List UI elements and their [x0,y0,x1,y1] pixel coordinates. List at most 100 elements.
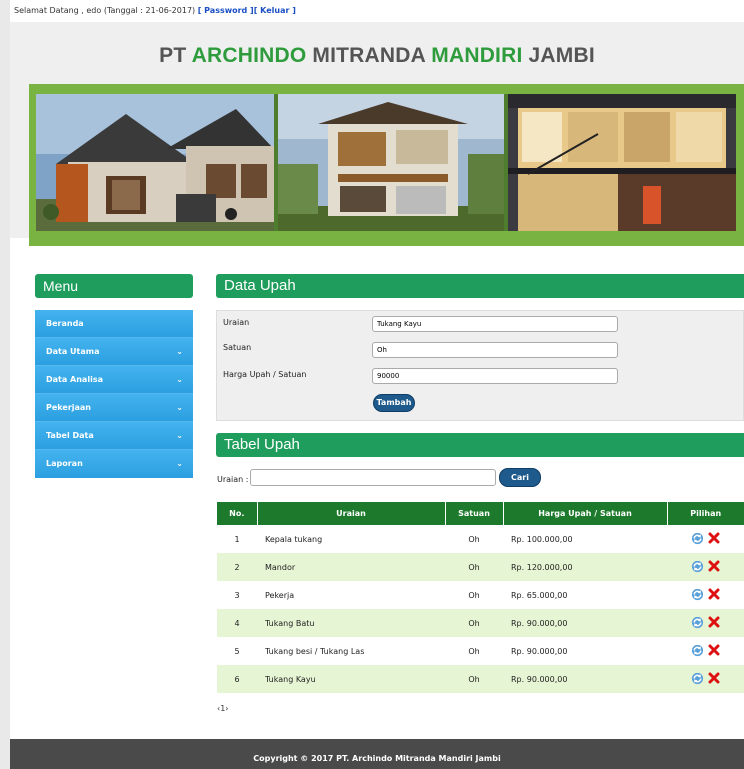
table-section-title: Tabel Upah [216,433,744,457]
table-row: 3 Pekerja Oh Rp. 65.000,00 [217,581,744,609]
col-uraian: Uraian [257,502,446,525]
site-title: PT ARCHINDO MITRANDA MANDIRI JAMBI [10,44,744,68]
sidebar-item-label: Data Analisa [46,375,103,384]
title-part-mandiri: MANDIRI [431,44,523,67]
close-icon[interactable] [708,616,720,630]
cell-harga: Rp. 90.000,00 [503,609,667,637]
close-icon[interactable] [708,532,720,546]
refresh-icon[interactable] [691,560,704,575]
col-pilihan: Pilihan [667,502,744,525]
cell-uraian: Kepala tukang [265,534,323,544]
cell-satuan: Oh [468,534,480,544]
banner [29,84,744,246]
cell-harga: Rp. 90.000,00 [503,665,667,693]
sidebar-item-label: Laporan [46,459,83,468]
title-part-mitranda: MITRANDA [306,44,432,67]
sidebar-item-data-utama[interactable]: Data Utama ⌄ [35,338,193,366]
table-row: 6 Tukang Kayu Oh Rp. 90.000,00 [217,665,744,693]
sidebar-item-beranda[interactable]: Beranda [35,310,193,338]
search-input[interactable] [250,469,496,486]
cell-pilihan [667,609,744,637]
table-row: 1 Kepala tukang Oh Rp. 100.000,00 [217,525,744,553]
cell-pilihan [667,637,744,665]
sidebar-item-label: Pekerjaan [46,403,91,412]
title-part-pt: PT [159,44,192,67]
house-photo-2 [278,94,504,231]
tambah-button[interactable]: Tambah [373,394,415,412]
cell-pilihan [667,525,744,553]
col-harga: Harga Upah / Satuan [503,502,668,525]
sidebar-item-label: Beranda [46,319,84,328]
cell-pilihan [667,665,744,693]
cell-satuan: Oh [445,553,503,581]
search-label: Uraian : [217,475,249,484]
uraian-label: Uraian [223,318,250,327]
house-photo-3 [508,94,736,231]
house-photo-1 [36,94,274,231]
cell-satuan: Oh [468,646,480,656]
password-link[interactable]: [ Password ] [198,6,254,15]
uraian-input[interactable] [372,316,618,332]
page: Selamat Datang , edo (Tanggal : 21-06-20… [10,0,744,769]
close-icon[interactable] [708,560,720,574]
cell-no: 4 [217,609,257,637]
cell-uraian: Pekerja [265,590,295,600]
pagination[interactable]: ‹1› [217,704,229,713]
harga-label: Harga Upah / Satuan [223,370,307,379]
sidebar-item-label: Data Utama [46,347,100,356]
table-row: 4 Tukang Batu Oh Rp. 90.000,00 [217,609,744,637]
sidebar-item-data-analisa[interactable]: Data Analisa ⌄ [35,366,193,394]
refresh-icon[interactable] [691,616,704,631]
cell-harga: Rp. 90.000,00 [511,646,568,656]
cell-no: 2 [217,553,257,581]
satuan-label: Satuan [223,343,252,352]
cell-harga: Rp. 65.000,00 [511,590,568,600]
cell-satuan: Oh [445,609,503,637]
search-button[interactable]: Cari [499,468,541,487]
table-row: 2 Mandor Oh Rp. 120.000,00 [217,553,744,581]
col-no: No. [217,502,258,525]
sidebar-item-label: Tabel Data [46,431,94,440]
cell-no: 1 [234,534,240,544]
cell-uraian: Tukang besi / Tukang Las [265,646,365,656]
chevron-down-icon: ⌄ [176,347,183,356]
close-icon[interactable] [708,672,720,686]
refresh-icon[interactable] [691,588,704,603]
col-satuan: Satuan [445,502,504,525]
chevron-down-icon: ⌄ [176,459,183,468]
close-icon[interactable] [708,644,720,658]
harga-input[interactable] [372,368,618,384]
welcome-text: Selamat Datang , edo (Tanggal : 21-06-20… [14,6,196,15]
chevron-down-icon: ⌄ [176,375,183,384]
cell-harga: Rp. 120.000,00 [503,553,667,581]
table-row: 5 Tukang besi / Tukang Las Oh Rp. 90.000,00 [217,637,744,665]
cell-harga: Rp. 100.000,00 [511,534,573,544]
refresh-icon[interactable] [691,644,704,659]
close-icon[interactable] [708,588,720,602]
cell-pilihan [667,581,744,609]
title-part-jambi: JAMBI [522,44,595,67]
title-part-archindo: ARCHINDO [191,44,307,67]
upah-table: No. Uraian Satuan Harga Upah / Satuan Pi… [217,502,744,693]
sidebar-item-laporan[interactable]: Laporan ⌄ [35,450,193,478]
logout-link[interactable]: [ Keluar ] [254,6,296,15]
cell-satuan: Oh [445,665,503,693]
cell-no: 3 [234,590,240,600]
table-header-row: No. Uraian Satuan Harga Upah / Satuan Pi… [217,502,744,525]
sidebar-menu: Beranda Data Utama ⌄ Data Analisa ⌄ Peke… [35,310,193,478]
cell-uraian: Tukang Kayu [257,665,445,693]
cell-no: 5 [234,646,240,656]
cell-pilihan [667,553,744,581]
banner-photos [36,94,736,231]
chevron-down-icon: ⌄ [176,431,183,440]
upah-form: Uraian Satuan Harga Upah / Satuan Tambah [216,310,744,421]
cell-uraian: Tukang Batu [257,609,445,637]
refresh-icon[interactable] [691,672,704,687]
satuan-input[interactable] [372,342,618,358]
main-content: Menu Beranda Data Utama ⌄ Data Analisa ⌄… [10,254,744,739]
topbar: Selamat Datang , edo (Tanggal : 21-06-20… [10,0,744,22]
sidebar-item-pekerjaan[interactable]: Pekerjaan ⌄ [35,394,193,422]
sidebar-item-tabel-data[interactable]: Tabel Data ⌄ [35,422,193,450]
refresh-icon[interactable] [691,532,704,547]
cell-satuan: Oh [468,590,480,600]
